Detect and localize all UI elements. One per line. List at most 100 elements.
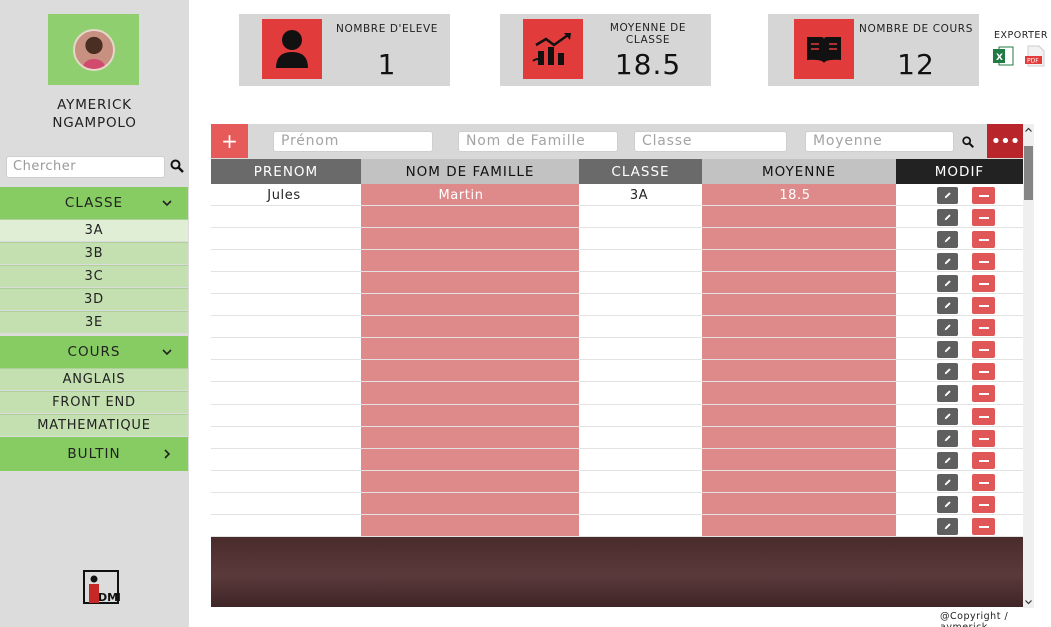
scroll-down-icon[interactable] [1024, 597, 1033, 607]
edit-row-button[interactable] [937, 253, 958, 270]
nav-cours-label: COURS [67, 344, 121, 360]
cell-nom: Martin [438, 187, 484, 203]
delete-row-button[interactable] [972, 187, 995, 204]
row-separator [211, 359, 1023, 360]
stat-value: 1 [377, 48, 397, 81]
edit-row-button[interactable] [937, 319, 958, 336]
row-separator [211, 205, 1023, 206]
delete-row-button[interactable] [972, 474, 995, 491]
admin-logo-text: DMIN [98, 591, 120, 604]
add-student-button[interactable]: + [211, 124, 248, 158]
column-header-modif: MODIF [896, 159, 1023, 184]
edit-row-button[interactable] [937, 385, 958, 402]
delete-row-button[interactable] [972, 408, 995, 425]
book-icon [794, 19, 854, 79]
sidebar-item-3e[interactable]: 3E [0, 311, 188, 333]
search-icon[interactable] [961, 135, 975, 149]
pencil-icon [944, 435, 951, 442]
delete-row-button[interactable] [972, 518, 995, 535]
stat-label: NOMBRE DE COURS [859, 23, 973, 35]
pencil-icon [944, 214, 951, 221]
row-separator [211, 404, 1023, 405]
filter-prenom-input[interactable]: Prénom [273, 131, 433, 152]
column-classe [579, 184, 702, 537]
stat-card-moyenne: MOYENNE DE CLASSE 18.5 [500, 14, 711, 86]
delete-row-button[interactable] [972, 452, 995, 469]
sidebar: AYMERICK NGAMPOLO Chercher CLASSE 3A 3B … [0, 0, 189, 627]
sidebar-item-3b[interactable]: 3B [0, 242, 188, 264]
delete-row-button[interactable] [972, 319, 995, 336]
delete-row-button[interactable] [972, 209, 995, 226]
edit-row-button[interactable] [937, 275, 958, 292]
delete-row-button[interactable] [972, 430, 995, 447]
pencil-icon [944, 280, 951, 287]
chart-icon [523, 19, 583, 79]
edit-row-button[interactable] [937, 408, 958, 425]
nav-cours-header[interactable]: COURS [0, 336, 188, 368]
pencil-icon [944, 258, 951, 265]
edit-row-button[interactable] [937, 209, 958, 226]
copyright-text: @Copyright / aymerick [940, 611, 1009, 627]
edit-row-button[interactable] [937, 297, 958, 314]
sidebar-item-front-end[interactable]: FRONT END [0, 391, 188, 413]
pencil-icon [944, 302, 951, 309]
pencil-icon [944, 479, 951, 486]
edit-row-button[interactable] [937, 452, 958, 469]
pencil-icon [944, 324, 951, 331]
excel-icon[interactable]: X [992, 46, 1014, 66]
admin-logo: DMIN [83, 570, 120, 604]
delete-row-button[interactable] [972, 496, 995, 513]
scroll-up-icon[interactable] [1024, 125, 1033, 135]
stat-label: NOMBRE D'ELEVE [336, 23, 438, 35]
column-header-prenom[interactable]: PRENOM [211, 159, 361, 184]
nav-classe-label: CLASSE [64, 195, 124, 211]
column-header-nom[interactable]: NOM DE FAMILLE [361, 159, 579, 184]
edit-row-button[interactable] [937, 496, 958, 513]
sidebar-item-3a[interactable]: 3A [0, 219, 188, 241]
delete-row-button[interactable] [972, 297, 995, 314]
edit-row-button[interactable] [937, 363, 958, 380]
delete-row-button[interactable] [972, 275, 995, 292]
delete-row-button[interactable] [972, 341, 995, 358]
chevron-down-icon [162, 200, 172, 207]
column-nom [361, 184, 579, 537]
column-header-moyenne[interactable]: MOYENNE [702, 159, 896, 184]
edit-row-button[interactable] [937, 231, 958, 248]
edit-row-button[interactable] [937, 430, 958, 447]
more-options-button[interactable]: ••• [987, 124, 1023, 158]
sidebar-item-mathematique[interactable]: MATHEMATIQUE [0, 414, 188, 436]
delete-row-button[interactable] [972, 231, 995, 248]
delete-row-button[interactable] [972, 253, 995, 270]
edit-row-button[interactable] [937, 474, 958, 491]
user-last-name: NGAMPOLO [52, 115, 137, 131]
sidebar-search-input[interactable]: Chercher [6, 156, 165, 178]
pencil-icon [944, 501, 951, 508]
column-header-classe[interactable]: CLASSE [579, 159, 702, 184]
pencil-icon [944, 457, 951, 464]
delete-row-button[interactable] [972, 385, 995, 402]
row-separator [211, 426, 1023, 427]
pencil-icon [944, 413, 951, 420]
pdf-icon[interactable]: PDF [1024, 45, 1046, 67]
cell-prenom: Jules [267, 187, 301, 203]
avatar-container [48, 14, 139, 85]
filter-moyenne-input[interactable]: Moyenne [805, 131, 954, 152]
row-separator [211, 381, 1023, 382]
pencil-icon [944, 236, 951, 243]
delete-row-button[interactable] [972, 363, 995, 380]
sidebar-item-3c[interactable]: 3C [0, 265, 188, 287]
edit-row-button[interactable] [937, 518, 958, 535]
edit-row-button[interactable] [937, 187, 958, 204]
nav-classe-header[interactable]: CLASSE [0, 187, 188, 219]
scrollbar-thumb[interactable] [1024, 146, 1033, 200]
filter-classe-input[interactable]: Classe [634, 131, 787, 152]
search-icon[interactable] [169, 158, 185, 174]
sidebar-item-anglais[interactable]: ANGLAIS [0, 368, 188, 390]
avatar[interactable] [72, 28, 115, 71]
nav-bultin-header[interactable]: BULTIN [0, 437, 188, 471]
excel-icon-text: X [996, 53, 1003, 63]
sidebar-item-3d[interactable]: 3D [0, 288, 188, 310]
edit-row-button[interactable] [937, 341, 958, 358]
stat-card-eleves: NOMBRE D'ELEVE 1 [239, 14, 450, 86]
filter-nom-input[interactable]: Nom de Famille [458, 131, 618, 152]
